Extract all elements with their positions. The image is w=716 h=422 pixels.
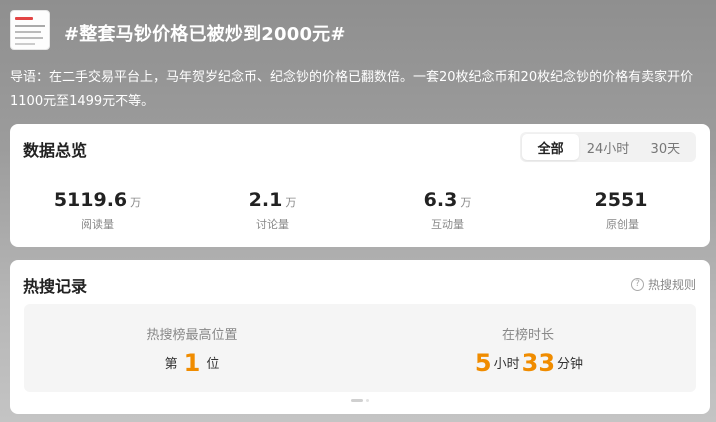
topic-thumbnail[interactable] bbox=[10, 10, 50, 50]
hot-search-card: 热搜记录 ? 热搜规则 热搜榜最高位置 第1位 在榜时长 5 小时33 分钟 bbox=[10, 260, 710, 414]
duration-hours-unit: 小时 bbox=[493, 357, 520, 372]
stat-interactions-label: 互动量 bbox=[431, 218, 464, 231]
duration-hours: 5 bbox=[474, 349, 492, 377]
stat-reads-value: 5119.6 bbox=[53, 189, 128, 211]
tab-30d[interactable]: 30天 bbox=[637, 134, 694, 160]
tab-24h[interactable]: 24小时 bbox=[579, 134, 636, 160]
duration-caption: 在榜时长 bbox=[501, 328, 554, 343]
peak-position-caption: 热搜榜最高位置 bbox=[146, 328, 238, 343]
peak-suffix: 位 bbox=[206, 357, 220, 372]
topic-lead: 导语：在二手交易平台上，马年贺岁纪念币、纪念钞的价格已翻数倍。一套20枚纪念币和… bbox=[10, 70, 694, 109]
hot-search-title: 热搜记录 bbox=[23, 277, 88, 296]
hot-search-rules-link[interactable]: ? 热搜规则 bbox=[630, 276, 696, 293]
pagination-dots[interactable] bbox=[351, 399, 369, 402]
peak-prefix: 第 bbox=[164, 357, 178, 372]
stat-reads-label: 阅读量 bbox=[81, 218, 114, 231]
peak-position: 热搜榜最高位置 第1位 bbox=[24, 304, 360, 392]
stats-row: 5119.6 万 阅读量 2.1 万 讨论量 6.3 万 互动量 2551 原创量 bbox=[10, 188, 710, 232]
page-dot-active[interactable] bbox=[351, 399, 363, 402]
stat-interactions: 6.3 万 互动量 bbox=[360, 188, 535, 232]
stat-original: 2551 原创量 bbox=[535, 188, 710, 232]
stat-reads-unit: 万 bbox=[130, 196, 142, 209]
stat-discussions: 2.1 万 讨论量 bbox=[185, 188, 360, 232]
stat-discussions-unit: 万 bbox=[285, 196, 297, 209]
data-overview-card: 数据总览 全部 24小时 30天 5119.6 万 阅读量 2.1 万 讨论量 6.… bbox=[10, 124, 710, 247]
stat-reads: 5119.6 万 阅读量 bbox=[10, 188, 185, 232]
overview-title: 数据总览 bbox=[23, 141, 88, 160]
hot-search-panel: 热搜榜最高位置 第1位 在榜时长 5 小时33 分钟 bbox=[24, 304, 696, 392]
tab-all[interactable]: 全部 bbox=[522, 134, 580, 160]
stat-discussions-value: 2.1 bbox=[248, 189, 283, 211]
topic-title: #整套马钞价格已被炒到2000元# bbox=[64, 24, 346, 45]
stat-interactions-unit: 万 bbox=[460, 196, 472, 209]
topic-header: #整套马钞价格已被炒到2000元# bbox=[10, 10, 706, 54]
on-list-duration: 在榜时长 5 小时33 分钟 bbox=[360, 304, 696, 392]
stat-original-label: 原创量 bbox=[606, 218, 639, 231]
question-circle-icon: ? bbox=[630, 278, 644, 291]
time-range-tabs: 全部 24小时 30天 bbox=[520, 132, 696, 162]
peak-value: 1 bbox=[183, 349, 201, 377]
duration-minutes: 33 bbox=[521, 349, 556, 377]
stat-interactions-value: 6.3 bbox=[423, 189, 458, 211]
stat-original-value: 2551 bbox=[594, 189, 648, 211]
duration-minutes-unit: 分钟 bbox=[557, 357, 584, 372]
stat-discussions-label: 讨论量 bbox=[256, 218, 289, 231]
page-dot[interactable] bbox=[366, 399, 369, 402]
hot-search-rules-label: 热搜规则 bbox=[647, 278, 696, 292]
